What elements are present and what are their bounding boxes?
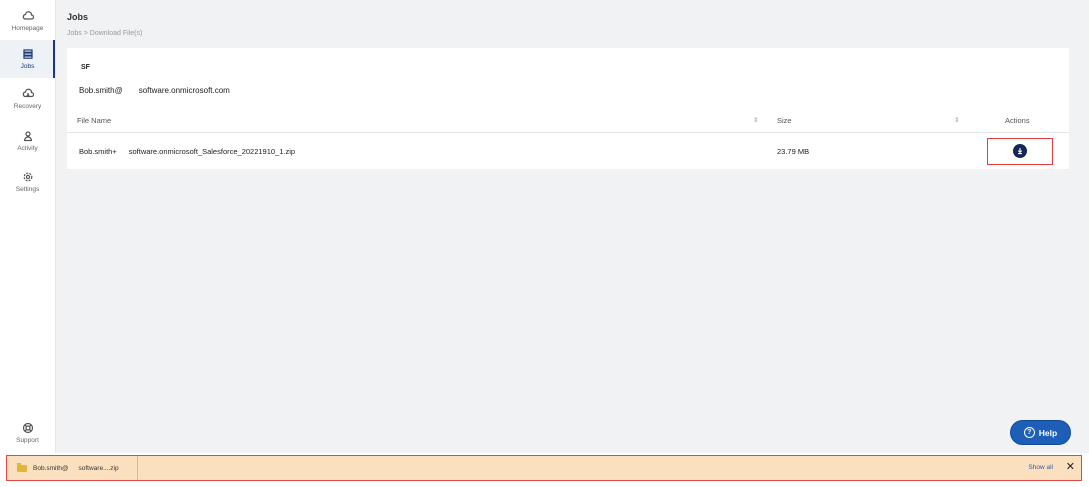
- recovery-icon: [22, 88, 34, 98]
- help-button[interactable]: ? Help: [1010, 420, 1071, 445]
- cloud-icon: [22, 11, 34, 20]
- activity-icon: [23, 131, 32, 142]
- column-header-actions: Actions: [1005, 116, 1030, 125]
- download-files-card: SF Bob.smith@ software.onmicrosoft.com Fi…: [67, 48, 1069, 169]
- sidebar: Homepage Jobs Recovery Activity Settings…: [0, 0, 56, 453]
- sidebar-item-label: Settings: [15, 186, 40, 193]
- sidebar-item-jobs[interactable]: Jobs: [0, 40, 55, 78]
- sidebar-item-homepage[interactable]: Homepage: [0, 2, 55, 40]
- sidebar-item-label: Activity: [17, 145, 38, 152]
- table-header: File Name ⇕ Size ⇕ Actions: [67, 108, 1069, 133]
- account-type-label: SF: [81, 64, 90, 71]
- file-size-cell: 23.79 MB: [777, 147, 810, 156]
- support-icon: [22, 422, 33, 434]
- email-user: Bob.smith@: [79, 86, 123, 95]
- download-bar: Bob.smith@ software....zip Show all ✕: [6, 455, 1082, 481]
- account-email: Bob.smith@ software.onmicrosoft.com: [79, 86, 230, 95]
- page-title: Jobs: [67, 12, 89, 22]
- show-all-link[interactable]: Show all: [1028, 464, 1053, 471]
- download-button[interactable]: [1013, 144, 1027, 158]
- actions-highlight: [987, 138, 1053, 165]
- sidebar-item-label: Homepage: [11, 25, 44, 32]
- download-icon: [1017, 148, 1023, 155]
- sort-icon[interactable]: ⇕: [954, 116, 959, 124]
- sidebar-item-label: Jobs: [20, 63, 35, 70]
- file-name-cell: Bob.smith+ software.onmicrosoft_Salesforc…: [79, 147, 295, 156]
- email-domain: software.onmicrosoft.com: [138, 86, 230, 95]
- sidebar-item-support[interactable]: Support: [0, 415, 55, 451]
- help-label: Help: [1038, 427, 1058, 438]
- breadcrumb[interactable]: Jobs > Download File(s): [67, 30, 142, 37]
- sidebar-item-label: Support: [16, 437, 39, 444]
- settings-icon: [23, 172, 32, 182]
- sidebar-item-label: Recovery: [13, 103, 42, 110]
- download-file-name: Bob.smith@ software....zip: [33, 465, 119, 472]
- help-icon: ?: [1023, 427, 1035, 438]
- column-header-file-name[interactable]: File Name: [77, 116, 111, 125]
- sidebar-item-settings[interactable]: Settings: [0, 163, 55, 201]
- download-file-part1: Bob.smith@: [33, 464, 69, 472]
- table-row: Bob.smith+ software.onmicrosoft_Salesforc…: [67, 133, 1069, 169]
- sidebar-item-recovery[interactable]: Recovery: [0, 80, 55, 118]
- jobs-icon: [22, 49, 33, 59]
- file-name-rest: software.onmicrosoft_Salesforce_20221910…: [128, 147, 296, 156]
- close-icon[interactable]: ✕: [1066, 460, 1075, 473]
- sort-icon[interactable]: ⇕: [753, 116, 758, 124]
- download-item[interactable]: Bob.smith@ software....zip: [7, 456, 138, 480]
- main-content: Jobs Jobs > Download File(s) SF Bob.smit…: [56, 0, 1089, 453]
- sidebar-item-activity[interactable]: Activity: [0, 122, 55, 160]
- column-header-size[interactable]: Size: [777, 116, 792, 125]
- file-name-prefix: Bob.smith+: [79, 147, 117, 156]
- download-file-part2: software....zip: [78, 464, 119, 472]
- folder-icon: [17, 462, 27, 472]
